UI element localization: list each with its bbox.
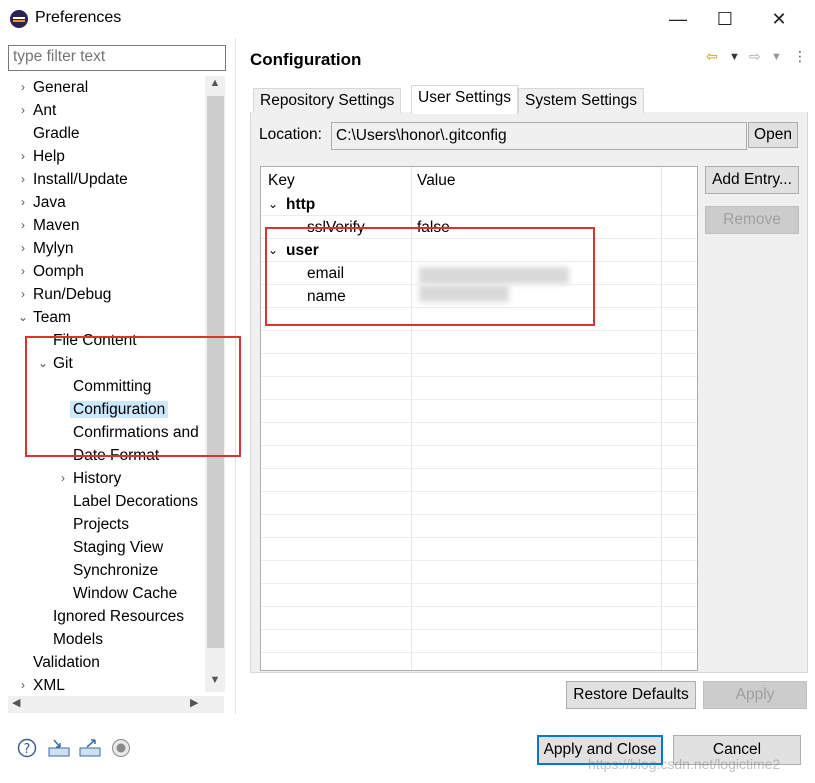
tree-item-label: Oomph: [33, 263, 84, 280]
restore-defaults-button[interactable]: Restore Defaults: [566, 681, 696, 709]
tree-item[interactable]: Staging View: [73, 536, 163, 559]
watermark: https://blog.csdn.net/logictime2: [588, 756, 781, 772]
tree-item-label: Run/Debug: [33, 286, 112, 303]
tree-item[interactable]: Projects: [73, 513, 129, 536]
annotation-box-table: [265, 227, 595, 326]
tree-item[interactable]: Label Decorations: [73, 490, 198, 513]
tab-repository-settings[interactable]: Repository Settings: [253, 88, 402, 113]
tree-item-label: Maven: [33, 217, 80, 234]
tree-item[interactable]: › Run/Debug: [21, 283, 112, 306]
svg-text:?: ?: [24, 742, 31, 757]
chevron-right-icon[interactable]: ›: [16, 168, 30, 191]
chevron-right-icon[interactable]: ›: [56, 467, 70, 490]
open-button[interactable]: Open: [748, 122, 798, 148]
tree-item-label: Mylyn: [33, 240, 74, 257]
back-dropdown-icon[interactable]: ▼: [729, 51, 740, 69]
tree-item-label: Validation: [33, 654, 100, 671]
add-entry-button[interactable]: Add Entry...: [705, 166, 799, 194]
tree-item-label: History: [73, 470, 122, 487]
filter-input[interactable]: [9, 46, 222, 68]
chevron-right-icon[interactable]: ›: [16, 191, 30, 214]
tree-item[interactable]: Gradle: [33, 122, 80, 145]
chevron-down-icon[interactable]: ⌄: [268, 193, 278, 216]
record-icon[interactable]: [111, 738, 131, 758]
chevron-right-icon[interactable]: ›: [16, 237, 30, 260]
scroll-right-icon[interactable]: ▶: [190, 696, 198, 709]
chevron-right-icon[interactable]: ›: [16, 260, 30, 283]
tree-item-label: XML: [33, 677, 65, 694]
tree-item[interactable]: Synchronize: [73, 559, 158, 582]
help-icon[interactable]: ?: [17, 738, 37, 758]
tree-item-label: Ignored Resources: [53, 608, 184, 625]
scroll-down-icon[interactable]: ▼: [205, 674, 225, 692]
tree-item[interactable]: Models: [53, 628, 103, 651]
tree-item-label: Projects: [73, 516, 129, 533]
tree-item-label: Install/Update: [33, 171, 128, 188]
tree-item-label: Staging View: [73, 539, 164, 556]
tree-item[interactable]: › Ant: [21, 99, 57, 122]
column-header-key[interactable]: Key: [268, 169, 295, 192]
tree-item[interactable]: Window Cache: [73, 582, 177, 605]
close-button[interactable]: ✕: [756, 5, 802, 33]
tree-item[interactable]: Ignored Resources: [53, 605, 184, 628]
location-field: C:\Users\honor\.gitconfig: [331, 122, 747, 150]
tree-item[interactable]: › Java: [21, 191, 66, 214]
tree-item-label: Ant: [33, 102, 57, 119]
tree-item[interactable]: › General: [21, 76, 89, 99]
chevron-right-icon[interactable]: ›: [16, 145, 30, 168]
forward-arrow-icon[interactable]: ⇨: [749, 48, 761, 66]
back-arrow-icon[interactable]: ⇦: [706, 48, 718, 66]
tree-item[interactable]: › XML: [21, 674, 65, 697]
page-title: Configuration: [250, 50, 362, 69]
tree-item[interactable]: Validation: [33, 651, 100, 674]
tree-item[interactable]: › Install/Update: [21, 168, 128, 191]
tree-item[interactable]: › Mylyn: [21, 237, 74, 260]
tree-item[interactable]: ⌄ Team: [18, 306, 71, 329]
window-title: Preferences: [35, 9, 122, 26]
tree-item-label: Help: [33, 148, 65, 165]
tree-item[interactable]: › Oomph: [21, 260, 84, 283]
maximize-button[interactable]: ☐: [702, 5, 748, 33]
tree-item-label: Java: [33, 194, 66, 211]
chevron-down-icon[interactable]: ⌄: [16, 306, 30, 329]
tree-item[interactable]: › History: [61, 467, 122, 490]
tree-item[interactable]: › Help: [21, 145, 65, 168]
tree-item[interactable]: › Maven: [21, 214, 80, 237]
export-icon[interactable]: [79, 738, 101, 758]
chevron-right-icon[interactable]: ›: [16, 99, 30, 122]
scroll-up-icon[interactable]: ▲: [205, 77, 225, 95]
chevron-right-icon[interactable]: ›: [16, 283, 30, 306]
forward-dropdown-icon[interactable]: ▼: [771, 51, 782, 69]
minimize-button[interactable]: —: [655, 5, 701, 33]
tree-horizontal-scrollbar[interactable]: ◀ ▶: [8, 696, 224, 713]
chevron-right-icon[interactable]: ›: [16, 214, 30, 237]
annotation-box-tree: [25, 336, 241, 457]
tab-user-settings[interactable]: User Settings: [411, 85, 519, 114]
eclipse-logo-icon: [10, 10, 28, 28]
tree-item-label: Synchronize: [73, 562, 159, 579]
scroll-left-icon[interactable]: ◀: [12, 696, 20, 709]
tab-system-settings[interactable]: System Settings: [518, 88, 644, 113]
view-menu-icon[interactable]: ⋮: [793, 48, 807, 66]
chevron-right-icon[interactable]: ›: [16, 76, 30, 99]
apply-button[interactable]: Apply: [703, 681, 807, 709]
column-header-value[interactable]: Value: [417, 169, 456, 192]
remove-button[interactable]: Remove: [705, 206, 799, 234]
import-icon[interactable]: [48, 738, 70, 758]
chevron-right-icon[interactable]: ›: [16, 674, 30, 697]
tree-item-label: Team: [33, 309, 71, 326]
tree-item-label: Label Decorations: [73, 493, 198, 510]
tree-item-label: Models: [53, 631, 103, 648]
table-key-cell[interactable]: http: [286, 193, 315, 216]
tree-item-label: Window Cache: [73, 585, 178, 602]
location-label: Location:: [259, 126, 322, 143]
filter-field[interactable]: [8, 45, 226, 71]
tree-item-label: General: [33, 79, 89, 96]
tree-item-label: Gradle: [33, 125, 80, 142]
